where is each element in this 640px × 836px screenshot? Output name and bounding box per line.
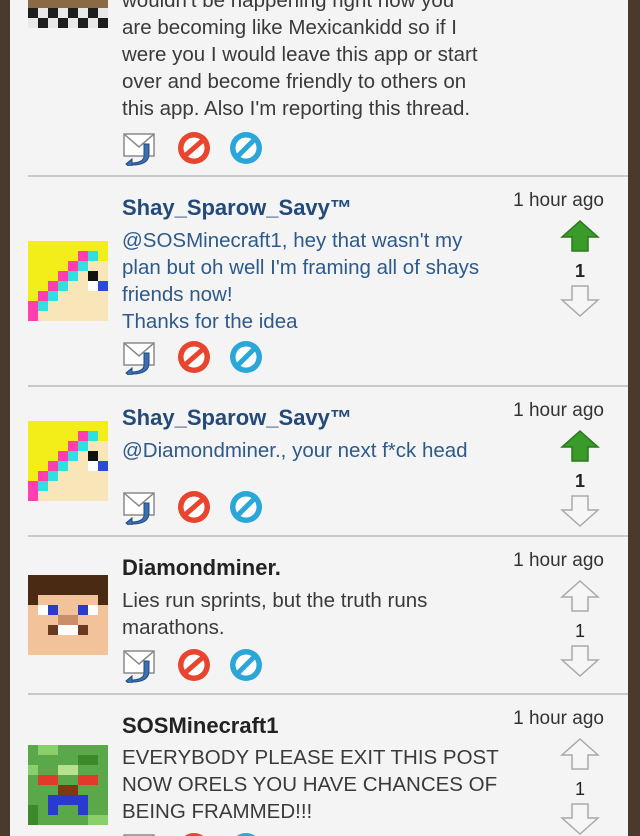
- comment-line: EVERYBODY PLEASE EXIT THIS POST: [122, 746, 499, 769]
- vote-control: 1: [558, 219, 602, 323]
- comment: Shay_Sparow_Savy™ 1 hour ago @SOSMinecra…: [10, 177, 628, 385]
- comment-actions: [122, 647, 282, 683]
- moderate-icon[interactable]: [228, 647, 264, 683]
- username[interactable]: Shay_Sparow_Savy™: [122, 405, 352, 431]
- comment: Diamondminer. 1 hour ago Lies run sprint…: [10, 537, 628, 693]
- comment-actions: [122, 831, 282, 836]
- comment-body: @SOSMinecraft1, hey that wasn't my plan …: [122, 227, 522, 335]
- comment: Shay_Sparow_Savy™ 1 hour ago @Diamondmin…: [10, 387, 628, 535]
- downvote-arrow-icon[interactable]: [560, 644, 600, 678]
- upvote-arrow-icon[interactable]: [560, 429, 600, 463]
- avatar: [28, 421, 108, 501]
- comment-actions: [122, 489, 282, 525]
- vote-score: 1: [574, 261, 585, 281]
- comment-body: wouldn't be happening right now you are …: [122, 0, 522, 122]
- comment-line: NOW ORELS YOU HAVE CHANCES OF: [122, 773, 498, 796]
- vote-score: 1: [574, 621, 585, 641]
- vote-control: 1: [558, 429, 602, 533]
- comment-body: Lies run sprints, but the truth runs mar…: [122, 587, 522, 641]
- comment-line: @Diamondminer., your next f*ck head: [122, 439, 468, 462]
- comment-line: Lies run sprints, but the truth runs: [122, 589, 428, 612]
- upvote-arrow-icon[interactable]: [560, 219, 600, 253]
- block-icon[interactable]: [176, 489, 212, 525]
- avatar: [28, 745, 108, 825]
- comment-body: EVERYBODY PLEASE EXIT THIS POST NOW OREL…: [122, 744, 522, 825]
- downvote-arrow-icon[interactable]: [560, 284, 600, 318]
- vote-control: 1: [558, 737, 602, 836]
- moderate-icon[interactable]: [228, 130, 264, 166]
- block-icon[interactable]: [176, 130, 212, 166]
- timestamp: 1 hour ago: [513, 550, 604, 571]
- username[interactable]: Diamondminer.: [122, 555, 281, 581]
- reply-envelope-icon[interactable]: [122, 339, 158, 375]
- upvote-arrow-icon[interactable]: [560, 737, 600, 771]
- avatar: [28, 0, 108, 28]
- comment-line: BEING FRAMMED!!!: [122, 800, 313, 823]
- downvote-arrow-icon[interactable]: [560, 494, 600, 528]
- comment: wouldn't be happening right now you are …: [10, 0, 628, 176]
- upvote-arrow-icon[interactable]: [560, 579, 600, 613]
- moderate-icon[interactable]: [228, 489, 264, 525]
- avatar: [28, 575, 108, 655]
- username[interactable]: Shay_Sparow_Savy™: [122, 195, 352, 221]
- comment-line: were you I would leave this app or start: [122, 43, 478, 66]
- comment-body: @Diamondminer., your next f*ck head: [122, 437, 522, 464]
- reply-envelope-icon[interactable]: [122, 831, 158, 836]
- reply-envelope-icon[interactable]: [122, 489, 158, 525]
- block-icon[interactable]: [176, 339, 212, 375]
- reply-envelope-icon[interactable]: [122, 130, 158, 166]
- avatar: [28, 241, 108, 321]
- comment-line: friends now!: [122, 283, 233, 306]
- comment-line: Thanks for the idea: [122, 310, 298, 333]
- comment-line: this app. Also I'm reporting this thread…: [122, 97, 471, 120]
- comment-line: over and become friendly to others on: [122, 70, 467, 93]
- block-icon[interactable]: [176, 831, 212, 836]
- moderate-icon[interactable]: [228, 339, 264, 375]
- comment-line: marathons.: [122, 616, 225, 639]
- timestamp: 1 hour ago: [513, 708, 604, 729]
- comment-line: @SOSMinecraft1, hey that wasn't my: [122, 229, 463, 252]
- comment-actions: [122, 130, 282, 166]
- comment-actions: [122, 339, 282, 375]
- vote-score: 1: [574, 471, 585, 491]
- comment-line: are becoming like Mexicankidd so if I: [122, 16, 457, 39]
- block-icon[interactable]: [176, 647, 212, 683]
- timestamp: 1 hour ago: [513, 400, 604, 421]
- reply-envelope-icon[interactable]: [122, 647, 158, 683]
- comment-line: wouldn't be happening right now you: [122, 0, 455, 12]
- vote-score: 1: [574, 779, 585, 799]
- username[interactable]: SOSMinecraft1: [122, 713, 279, 739]
- moderate-icon[interactable]: [228, 831, 264, 836]
- comment: SOSMinecraft1 1 hour ago EVERYBODY PLEAS…: [10, 695, 628, 836]
- downvote-arrow-icon[interactable]: [560, 802, 600, 836]
- comment-line: plan but oh well I'm framing all of shay…: [122, 256, 480, 279]
- vote-control: 1: [558, 579, 602, 683]
- timestamp: 1 hour ago: [513, 190, 604, 211]
- comment-thread: wouldn't be happening right now you are …: [10, 0, 628, 836]
